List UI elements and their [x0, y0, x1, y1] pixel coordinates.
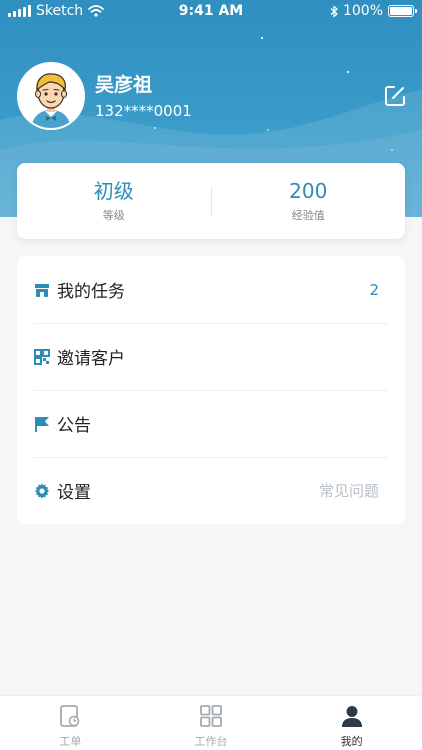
bluetooth-icon — [330, 5, 338, 17]
menu-item-announcements[interactable]: 公告 — [17, 390, 405, 457]
tab-mine[interactable]: 我的 — [281, 696, 422, 750]
flag-icon — [35, 416, 49, 432]
edit-icon[interactable] — [383, 84, 407, 108]
tab-work-orders[interactable]: 工单 — [0, 696, 141, 750]
workbench-grid-icon — [200, 705, 222, 727]
stat-experience-label: 经验值 — [291, 209, 325, 222]
tab-label: 工作台 — [194, 735, 228, 748]
menu-item-settings[interactable]: 设置 常见问题 — [17, 457, 405, 524]
avatar[interactable] — [17, 62, 85, 130]
tab-workbench[interactable]: 工作台 — [141, 696, 282, 750]
menu-item-label: 设置 — [57, 483, 91, 503]
battery-icon — [388, 5, 417, 17]
task-count-badge: 2 — [369, 280, 379, 299]
level-card: 初级 等级 200 经验值 — [17, 163, 405, 239]
stat-level: 初级 等级 — [17, 179, 211, 223]
tab-label: 我的 — [340, 735, 363, 748]
user-phone: 132****0001 — [95, 102, 192, 120]
stat-experience: 200 经验值 — [212, 179, 406, 223]
stat-experience-value: 200 — [289, 179, 328, 203]
work-order-icon — [60, 705, 80, 727]
menu-item-my-tasks[interactable]: 我的任务 2 — [17, 256, 405, 323]
menu-item-label: 我的任务 — [57, 282, 125, 302]
store-icon — [35, 283, 49, 297]
person-icon — [341, 706, 362, 727]
menu-card: 我的任务 2 邀请客户 公告 设置 常见问题 — [17, 256, 405, 524]
user-name: 吴彦祖 — [95, 74, 153, 96]
faq-link[interactable]: 常见问题 — [319, 480, 379, 501]
tab-bar: 工单 工作台 我的 — [0, 695, 422, 750]
tab-label: 工单 — [59, 735, 82, 748]
gear-icon — [34, 483, 50, 498]
avatar-cartoon-man-icon — [19, 64, 83, 128]
stat-level-label: 等级 — [102, 209, 125, 222]
status-right: 100% — [330, 3, 417, 19]
menu-item-label: 邀请客户 — [57, 349, 125, 369]
menu-item-invite-customers[interactable]: 邀请客户 — [17, 323, 405, 390]
battery-percent: 100% — [342, 3, 383, 19]
qrcode-icon — [34, 348, 50, 365]
status-bar: Sketch 9:41 AM 100% — [0, 0, 422, 24]
menu-item-label: 公告 — [57, 416, 91, 436]
stat-level-value: 初级 — [93, 179, 134, 203]
